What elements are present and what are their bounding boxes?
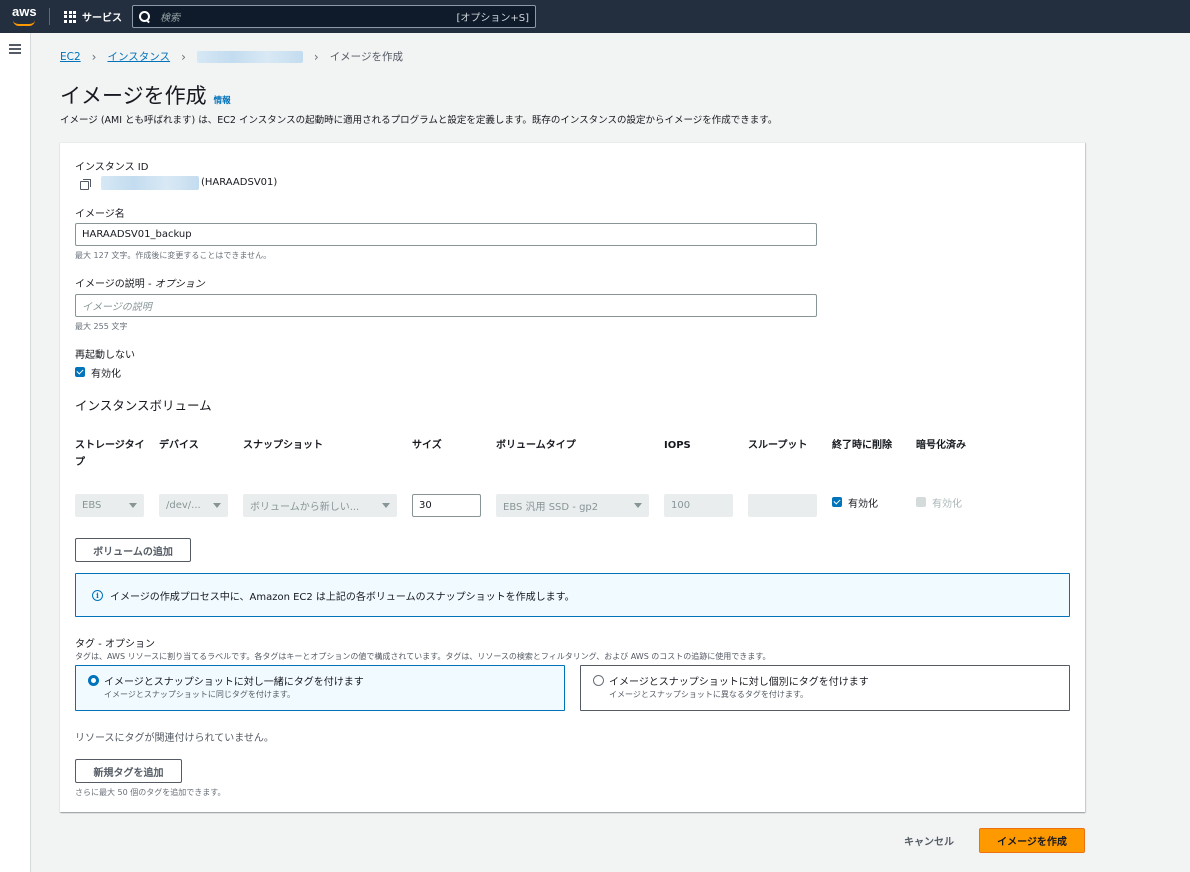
tag-together-option[interactable]: イメージとスナップショットに対し一緒にタグを付けます イメージとスナップショット…	[75, 665, 565, 711]
aws-logo[interactable]: aws	[12, 4, 37, 26]
caret-down-icon	[129, 503, 137, 508]
breadcrumb-instance-id-redacted[interactable]	[196, 50, 303, 63]
search-icon	[139, 11, 150, 22]
instance-id-redacted	[101, 176, 199, 190]
add-volume-button[interactable]: ボリュームの追加	[75, 538, 191, 562]
snapshot-select: ボリュームから新しい...	[243, 494, 397, 517]
grid-icon	[64, 10, 76, 23]
image-description-label: イメージの説明 - オプション	[75, 275, 205, 290]
add-tag-hint: さらに最大 50 個のタグを追加できます。	[75, 788, 226, 797]
column-header-size: サイズ	[412, 440, 442, 451]
tag-separately-title: イメージとスナップショットに対し個別にタグを付けます	[609, 677, 869, 688]
iops-input: 100	[664, 494, 733, 517]
info-icon: i	[92, 589, 103, 601]
search-input[interactable]: 検索 [オプション+S]	[132, 5, 536, 28]
create-image-form-card: インスタンス ID (HARAADSV01) イメージ名 HARAADSV01_…	[60, 142, 1085, 812]
volume-type-select: EBS 汎用 SSD - gp2	[496, 494, 649, 517]
column-header-encrypted: 暗号化済み	[916, 440, 966, 451]
image-description-input[interactable]: イメージの説明	[75, 294, 817, 317]
no-tags-text: リソースにタグが関連付けられていません。	[75, 733, 274, 744]
image-name-label: イメージ名	[75, 209, 125, 220]
menu-icon[interactable]	[9, 44, 21, 54]
tag-together-title: イメージとスナップショットに対し一緒にタグを付けます	[104, 677, 364, 688]
column-header-delete-on-termination: 終了時に削除	[832, 440, 892, 451]
create-image-button[interactable]: イメージを作成	[979, 828, 1085, 853]
info-link[interactable]: 情報	[214, 94, 231, 106]
device-select: /dev/...	[159, 494, 228, 517]
storage-type-select: EBS	[75, 494, 144, 517]
search-placeholder: 検索	[160, 13, 180, 24]
image-name-hint: 最大 127 文字。作成後に変更することはできません。	[75, 251, 272, 260]
instance-volumes-heading: インスタンスボリューム	[75, 398, 212, 413]
iops-value: 100	[671, 500, 691, 511]
tag-separately-radio[interactable]	[593, 675, 604, 686]
column-header-throughput: スループット	[748, 440, 808, 451]
snapshot-value: ボリュームから新しい...	[250, 502, 360, 513]
add-tag-button[interactable]: 新規タグを追加	[75, 759, 182, 783]
delete-on-termination-label: 有効化	[848, 499, 878, 510]
tag-together-subtitle: イメージとスナップショットに同じタグを付けます。	[104, 690, 296, 699]
copy-icon[interactable]	[80, 179, 91, 190]
caret-down-icon	[634, 503, 642, 508]
breadcrumb-ec2[interactable]: EC2	[60, 51, 81, 63]
device-value: /dev/...	[166, 500, 201, 511]
breadcrumb-current: イメージを作成	[329, 51, 403, 63]
encrypted-label: 有効化	[932, 499, 962, 510]
aws-smile-icon	[13, 20, 35, 26]
no-reboot-checkbox[interactable]	[75, 367, 85, 377]
page-description: イメージ (AMI とも呼ばれます) は、EC2 インスタンスの起動時に適用され…	[60, 115, 778, 126]
optional-label: オプション	[154, 279, 205, 290]
column-header-iops: IOPS	[664, 440, 691, 451]
chevron-right-icon: ›	[313, 49, 319, 64]
tag-separately-subtitle: イメージとスナップショットに異なるタグを付けます。	[609, 690, 809, 699]
throughput-input	[748, 494, 817, 517]
breadcrumb: EC2 › インスタンス › › イメージを作成	[60, 49, 403, 64]
page-title-row: イメージを作成 情報	[60, 80, 231, 110]
page-title: イメージを作成	[60, 84, 207, 108]
size-input[interactable]: 30	[412, 494, 481, 517]
services-label: サービス	[82, 13, 122, 24]
services-menu-button[interactable]: サービス	[64, 9, 122, 24]
image-name-input[interactable]: HARAADSV01_backup	[75, 223, 817, 246]
column-header-storage-type: ストレージタイプ	[75, 440, 145, 468]
top-nav-bar: aws サービス 検索 [オプション+S]	[0, 0, 1190, 33]
snapshot-info-alert: i イメージの作成プロセス中に、Amazon EC2 は上記の各ボリュームのスナ…	[75, 573, 1070, 617]
column-header-device: デバイス	[159, 440, 199, 451]
image-description-label-text: イメージの説明 -	[75, 279, 155, 290]
caret-down-icon	[213, 503, 221, 508]
storage-type-value: EBS	[82, 500, 102, 511]
aws-logo-text: aws	[12, 4, 37, 19]
cancel-button[interactable]: キャンセル	[904, 833, 954, 848]
tags-description: タグは、AWS リソースに割り当てるラベルです。各タグはキーとオプションの値で構…	[75, 652, 771, 661]
delete-on-termination-checkbox[interactable]	[832, 497, 842, 507]
nav-divider	[49, 8, 50, 25]
side-navigation-rail	[0, 33, 31, 872]
chevron-right-icon: ›	[181, 49, 186, 64]
instance-name: (HARAADSV01)	[201, 177, 278, 188]
volume-type-value: EBS 汎用 SSD - gp2	[503, 502, 599, 513]
column-header-snapshot: スナップショット	[243, 440, 323, 451]
caret-down-icon	[382, 503, 390, 508]
instance-id-label: インスタンス ID	[75, 162, 149, 173]
snapshot-info-text: イメージの作成プロセス中に、Amazon EC2 は上記の各ボリュームのスナップ…	[110, 591, 575, 603]
no-reboot-checkbox-label: 有効化	[91, 369, 121, 380]
no-reboot-label: 再起動しない	[75, 350, 135, 361]
column-header-volume-type: ボリュームタイプ	[496, 440, 576, 451]
encrypted-checkbox	[916, 497, 926, 507]
chevron-right-icon: ›	[91, 49, 97, 64]
search-shortcut: [オプション+S]	[456, 13, 529, 24]
breadcrumb-instances[interactable]: インスタンス	[107, 49, 170, 64]
tags-heading: タグ - オプション	[75, 639, 155, 650]
tag-together-radio[interactable]	[88, 675, 99, 686]
tag-separately-option[interactable]: イメージとスナップショットに対し個別にタグを付けます イメージとスナップショット…	[580, 665, 1070, 711]
image-description-hint: 最大 255 文字	[75, 322, 128, 331]
